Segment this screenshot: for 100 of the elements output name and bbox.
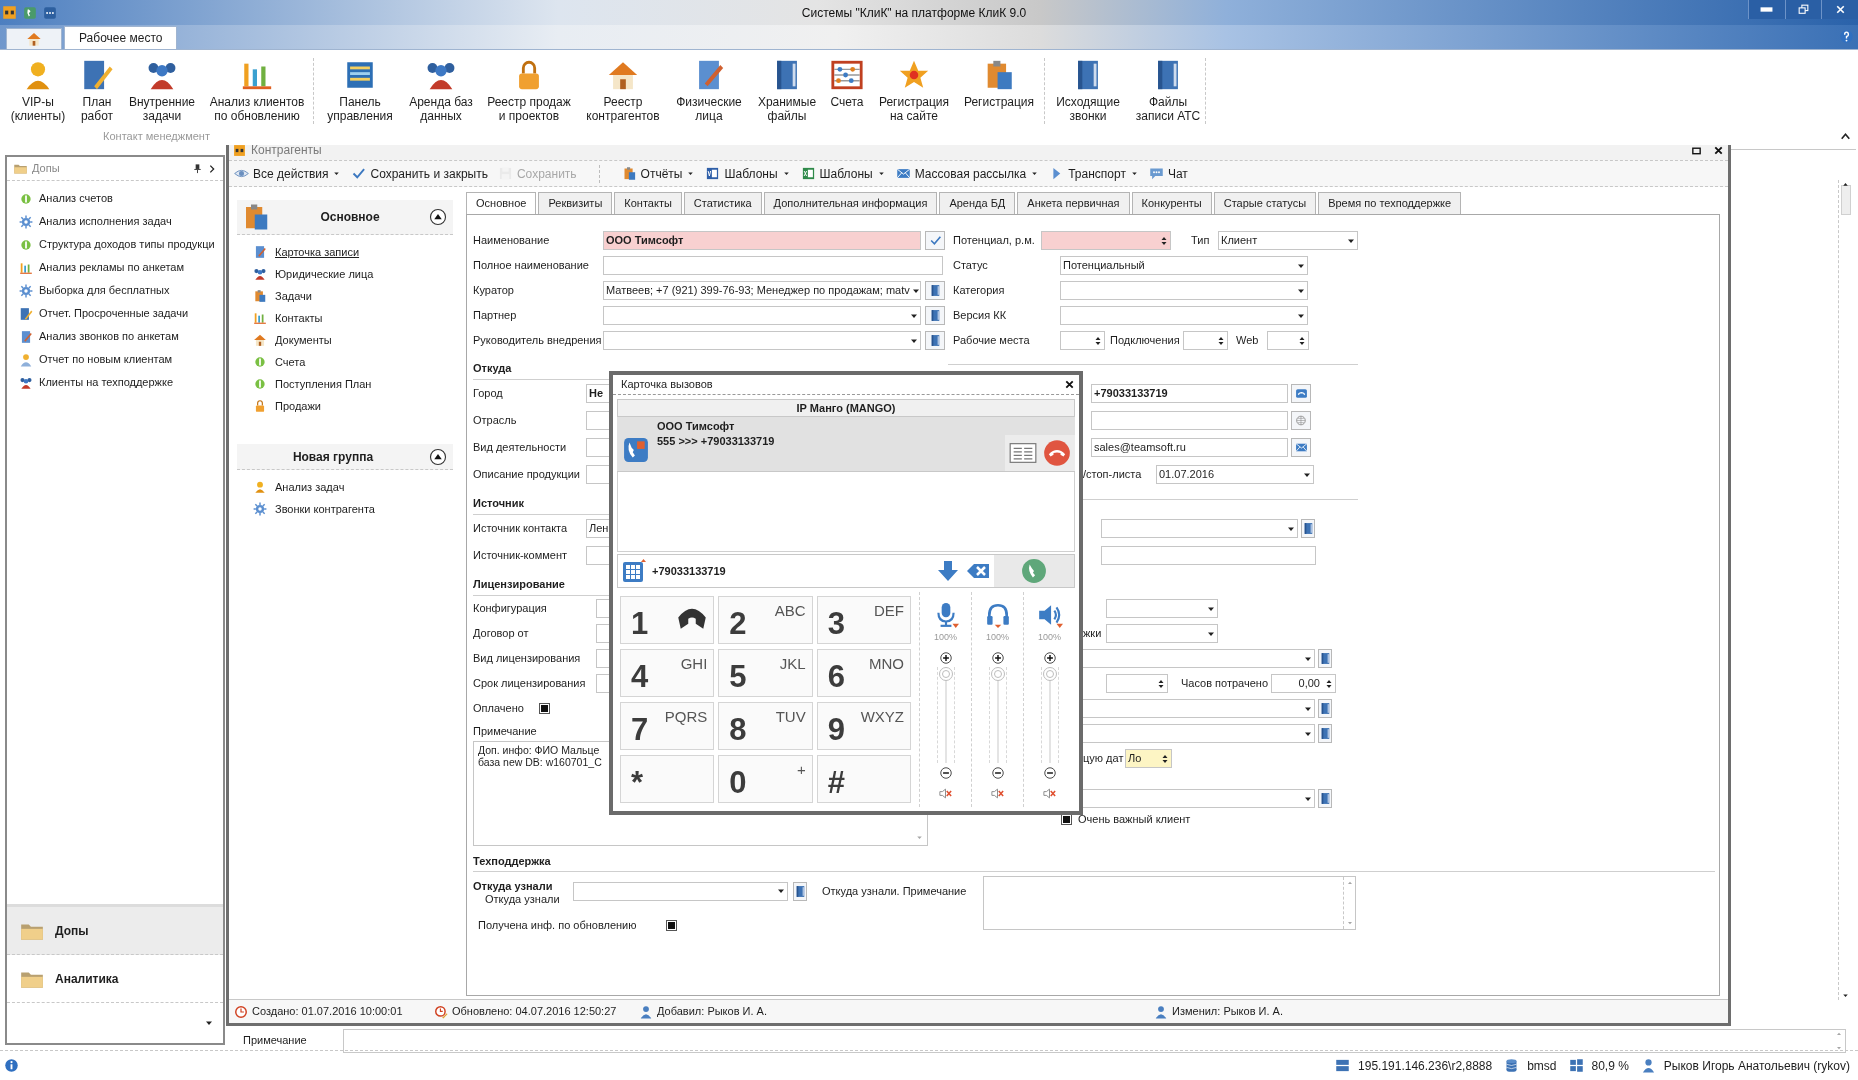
input-field[interactable] <box>596 624 610 643</box>
keypad-key[interactable]: 4 GHI <box>620 649 715 697</box>
ribbon-button[interactable]: Физические лица <box>664 58 754 123</box>
slider-thumb[interactable] <box>1042 666 1057 681</box>
keypad-key[interactable]: 9 WXYZ <box>816 702 911 750</box>
dropdown-field[interactable] <box>1106 624 1218 643</box>
checkbox[interactable] <box>539 703 550 714</box>
mute-button[interactable] <box>1042 785 1057 801</box>
collapse-button[interactable] <box>429 208 447 226</box>
report-item[interactable]: Анализ счетов <box>7 187 223 210</box>
tab[interactable]: Статистика <box>683 192 762 214</box>
input-field[interactable] <box>596 599 610 618</box>
volume-down-button[interactable] <box>1042 765 1057 780</box>
mute-button[interactable] <box>938 785 953 801</box>
ribbon-button[interactable]: Панель управления <box>314 58 406 123</box>
lookup-button[interactable] <box>925 331 945 350</box>
hang-up-button[interactable] <box>1043 439 1071 467</box>
keypad-key[interactable]: # <box>816 755 911 803</box>
dropdown-field[interactable]: 01.07.2016 <box>1156 465 1314 484</box>
tab[interactable]: Дополнительная информация <box>763 192 938 214</box>
keypad-key[interactable]: 8 TUV <box>718 702 813 750</box>
volume-up-button[interactable] <box>938 650 953 665</box>
lookup-button[interactable] <box>925 306 945 325</box>
ribbon-button[interactable]: Исходящие звонки <box>1045 58 1131 123</box>
ribbon-button[interactable]: План работ <box>71 58 123 123</box>
ribbon-button[interactable]: Реестр продаж и проектов <box>476 58 582 123</box>
spin-field[interactable]: Ло <box>1125 749 1172 768</box>
report-item[interactable]: Анализ звонков по анкетам <box>7 325 223 348</box>
input-field[interactable]: +79033133719 <box>1091 384 1288 403</box>
home-tab[interactable] <box>6 28 62 49</box>
input-field[interactable] <box>586 465 610 484</box>
ribbon-button[interactable]: Аренда баз данных <box>406 58 476 123</box>
lookup-button[interactable] <box>1318 699 1332 718</box>
spin-field[interactable] <box>1183 331 1228 350</box>
nav-item[interactable]: Продажи <box>229 395 461 417</box>
keypad-key[interactable]: * <box>620 755 715 803</box>
dropdown-field[interactable] <box>573 881 788 901</box>
toolbar-button[interactable]: Чат <box>1148 164 1188 183</box>
input-field[interactable]: sales@teamsoft.ru <box>1091 438 1288 457</box>
input-field[interactable]: Не <box>586 384 610 403</box>
mute-button[interactable] <box>990 785 1005 801</box>
keypad-button[interactable] <box>622 559 646 583</box>
keypad-key[interactable]: 5 JKL <box>718 649 813 697</box>
input-field[interactable] <box>1101 546 1316 565</box>
keypad-key[interactable]: 0 + <box>718 755 813 803</box>
ribbon-button[interactable]: Регистрация на сайте <box>874 58 954 123</box>
nav-item[interactable]: Счета <box>229 351 461 373</box>
close-button[interactable] <box>1713 144 1724 156</box>
spin-field[interactable] <box>1060 331 1105 350</box>
note-field[interactable] <box>343 1029 1846 1053</box>
nav-item[interactable]: Юридические лица <box>229 263 461 285</box>
keypad-key[interactable]: 2 ABC <box>718 596 813 644</box>
input-field[interactable] <box>596 674 610 693</box>
dropdown-field[interactable] <box>1060 306 1308 325</box>
slider-thumb[interactable] <box>990 666 1005 681</box>
toolbar-button[interactable]: Массовая рассылка <box>895 164 1040 183</box>
tab[interactable]: Конкуренты <box>1131 192 1212 214</box>
transfer-button[interactable] <box>936 559 960 583</box>
report-item[interactable]: Клиенты на техподдержке <box>7 371 223 394</box>
toolbar-button[interactable]: Шаблоны <box>800 164 886 183</box>
dropdown-field[interactable] <box>1081 699 1315 718</box>
call-button[interactable] <box>1291 384 1311 403</box>
toolbar-button[interactable]: Транспорт <box>1049 164 1139 183</box>
checkbox[interactable] <box>666 919 677 931</box>
spin-field[interactable] <box>1106 674 1168 693</box>
tab[interactable]: Контакты <box>614 192 682 214</box>
tab[interactable]: Время по техподдержке <box>1318 192 1462 214</box>
spin-field[interactable] <box>1267 331 1309 350</box>
tab[interactable]: Анкета первичная <box>1017 192 1130 214</box>
report-item[interactable]: Анализ исполнения задач <box>7 210 223 233</box>
report-item[interactable]: Структура доходов типы продукци <box>7 233 223 256</box>
nav-item[interactable]: Поступления План <box>229 373 461 395</box>
nav-item[interactable]: Контакты <box>229 307 461 329</box>
expand-button[interactable] <box>207 163 217 174</box>
note-field[interactable] <box>983 876 1356 930</box>
lookup-button[interactable] <box>793 881 807 901</box>
confirm-button[interactable] <box>925 231 945 250</box>
nav-item[interactable]: Карточка записи <box>229 241 461 263</box>
ribbon-button[interactable]: Внутренние задачи <box>123 58 201 123</box>
volume-slider[interactable] <box>936 666 955 763</box>
nav-item[interactable]: Документы <box>229 329 461 351</box>
ribbon-button[interactable]: Хранимые файлы <box>754 58 820 123</box>
lookup-button[interactable] <box>925 281 945 300</box>
keypad-key[interactable]: 1 <box>620 596 715 644</box>
toolbar-button[interactable]: Шаблоны <box>705 164 791 183</box>
pin-button[interactable] <box>192 163 203 174</box>
dropdown-field[interactable] <box>1081 649 1315 668</box>
scrollbar[interactable] <box>1343 877 1355 929</box>
tab[interactable]: Основное <box>466 192 537 214</box>
dropdown-field[interactable]: Потенциальный <box>1060 256 1308 275</box>
spin-field[interactable]: 0,00 <box>1271 674 1336 693</box>
dropdown-field[interactable] <box>1101 519 1298 538</box>
keypad-key[interactable]: 3 DEF <box>816 596 911 644</box>
nav-item[interactable]: Задачи <box>229 285 461 307</box>
panel-group[interactable]: Допы <box>7 907 223 955</box>
collapse-button[interactable] <box>429 447 447 466</box>
input-field[interactable] <box>596 649 610 668</box>
dropdown-field[interactable] <box>1060 281 1308 300</box>
tab[interactable]: Реквизиты <box>538 192 613 214</box>
close-button[interactable] <box>1064 379 1075 390</box>
